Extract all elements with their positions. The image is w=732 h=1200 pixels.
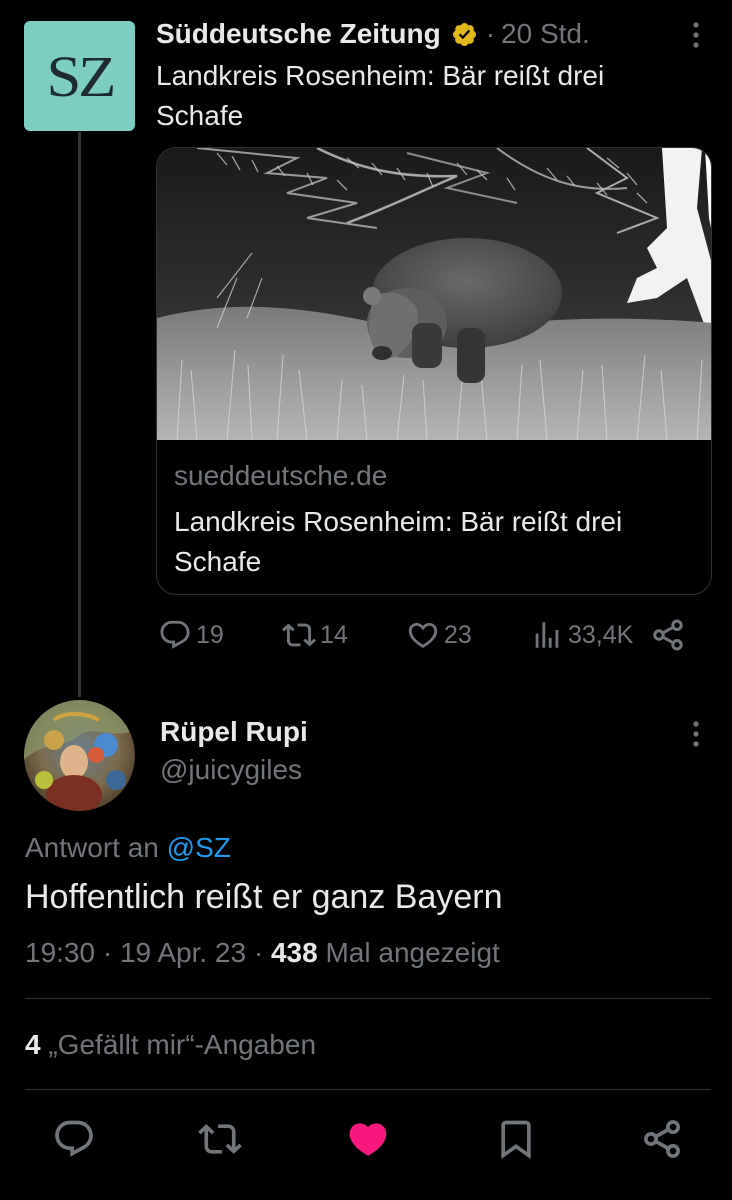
card-title: Landkreis Rosenheim: Bär reißt drei Scha… xyxy=(174,506,623,577)
tweet-time[interactable]: 20 Std. xyxy=(501,18,590,50)
reply-bubble-icon[interactable] xyxy=(52,1117,96,1161)
reply-context: Antwort an @SZ xyxy=(25,832,231,864)
author-name[interactable]: Süddeutsche Zeitung xyxy=(156,18,441,50)
verified-gold-badge-icon xyxy=(452,22,476,46)
reply-bubble-icon xyxy=(160,620,190,649)
retweet-icon[interactable] xyxy=(198,1117,242,1161)
share-icon[interactable] xyxy=(640,1117,684,1161)
tweet-header: Süddeutsche Zeitung · 20 Std. xyxy=(156,14,590,54)
views-button[interactable]: 33,4K xyxy=(530,616,633,654)
tweet-text: Landkreis Rosenheim: Bär reißt drei Scha… xyxy=(156,60,605,131)
tweet-timestamp[interactable]: 19:30 xyxy=(25,937,95,968)
reply-count: 19 xyxy=(196,620,224,649)
share-button[interactable] xyxy=(650,616,686,654)
reply-author-name[interactable]: Rüpel Rupi xyxy=(160,716,308,748)
retweet-button[interactable]: 14 xyxy=(282,616,348,654)
likes-summary[interactable]: 4 „Gefällt mir“-Angaben xyxy=(25,1029,316,1061)
tweet-meta: 19:30 · 19 Apr. 23 · 438 Mal angezeigt xyxy=(25,937,500,969)
link-preview-card[interactable]: sueddeutsche.de Landkreis Rosenheim: Bär… xyxy=(156,147,712,595)
tweet-date[interactable]: 19 Apr. 23 xyxy=(120,937,246,968)
divider xyxy=(25,998,711,999)
share-icon xyxy=(653,619,683,651)
reply-author-handle[interactable]: @juicygiles xyxy=(160,754,302,786)
like-count: 23 xyxy=(444,620,472,649)
meta-separator: · xyxy=(253,937,264,968)
thread-connector-line xyxy=(78,132,81,697)
heart-filled-icon[interactable] xyxy=(346,1117,390,1161)
header-separator: · xyxy=(485,18,496,49)
meta-separator: · xyxy=(102,937,113,968)
reply-button[interactable]: 19 xyxy=(158,616,224,654)
view-count: 438 xyxy=(270,937,318,968)
card-domain: sueddeutsche.de xyxy=(174,460,388,491)
divider xyxy=(25,1089,711,1090)
likes-count: 4 xyxy=(25,1029,41,1060)
reply-mention-link[interactable]: @SZ xyxy=(167,832,231,863)
bookmark-icon[interactable] xyxy=(494,1117,538,1161)
reply-author-avatar[interactable] xyxy=(24,700,135,811)
bear-trailcam-image xyxy=(157,148,711,440)
more-vertical-icon[interactable] xyxy=(686,719,706,749)
avatar-logo-text: SZ xyxy=(46,43,116,109)
view-label: Mal angezeigt xyxy=(325,937,500,968)
heart-icon xyxy=(408,622,438,648)
author-avatar[interactable]: SZ xyxy=(24,21,135,131)
likes-label: „Gefällt mir“-Angaben xyxy=(48,1029,317,1060)
like-button[interactable]: 23 xyxy=(406,616,472,654)
retweet-count: 14 xyxy=(320,620,348,649)
reply-tweet-text: Hoffentlich reißt er ganz Bayern xyxy=(25,878,503,916)
bar-chart-icon xyxy=(535,622,559,648)
reply-prefix: Antwort an xyxy=(25,832,159,863)
views-count: 33,4K xyxy=(568,620,634,649)
more-vertical-icon[interactable] xyxy=(686,20,706,50)
retweet-icon xyxy=(282,623,316,647)
